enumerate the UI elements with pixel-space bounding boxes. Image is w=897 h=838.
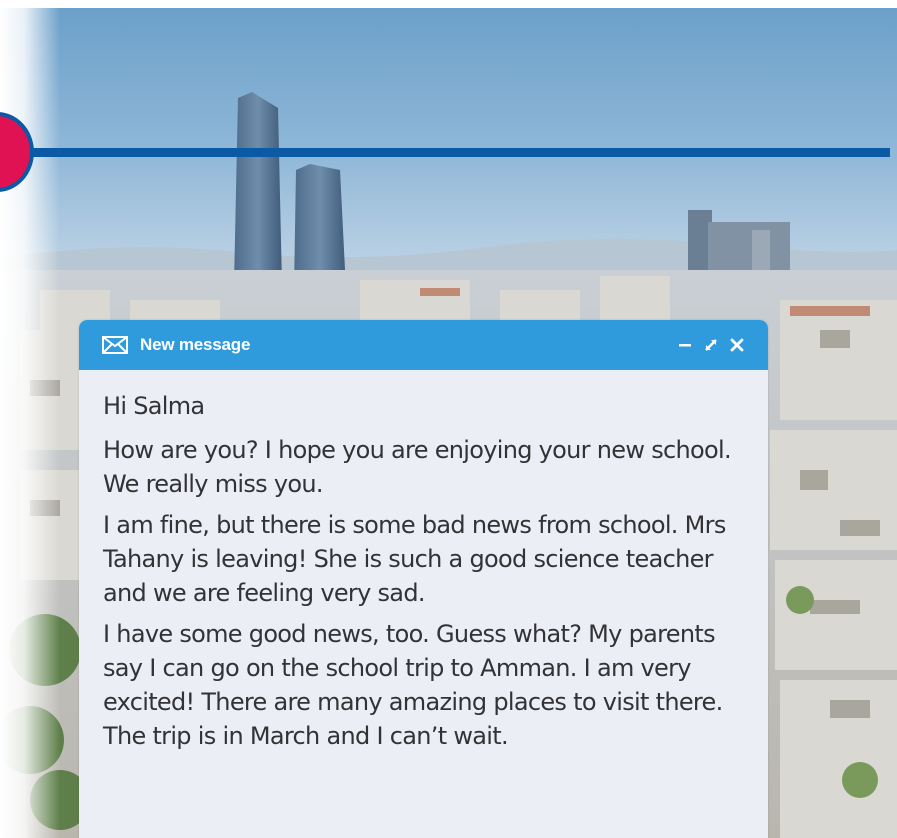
message-paragraph: How are you? I hope you are enjoying you… bbox=[103, 436, 732, 498]
message-body: Hi Salma How are you? I hope you are enj… bbox=[79, 370, 768, 753]
close-icon[interactable] bbox=[728, 336, 746, 354]
message-title: New message bbox=[140, 335, 251, 354]
message-titlebar: New message bbox=[79, 320, 768, 370]
expand-icon[interactable] bbox=[702, 336, 720, 354]
window-controls bbox=[676, 336, 746, 354]
envelope-icon bbox=[102, 336, 128, 354]
message-paragraph: I have some good news, too. Guess what? … bbox=[103, 620, 723, 750]
timeline-line bbox=[0, 148, 890, 157]
new-message-window: New message Hi Salma How are you? I hope… bbox=[79, 320, 768, 838]
message-greeting: Hi Salma bbox=[103, 392, 205, 420]
page-scene: New message Hi Salma How are you? I hope… bbox=[0, 0, 897, 838]
minimize-icon[interactable] bbox=[676, 336, 694, 354]
message-paragraph: I am fine, but there is some bad news fr… bbox=[103, 511, 726, 607]
top-edge bbox=[0, 0, 897, 8]
